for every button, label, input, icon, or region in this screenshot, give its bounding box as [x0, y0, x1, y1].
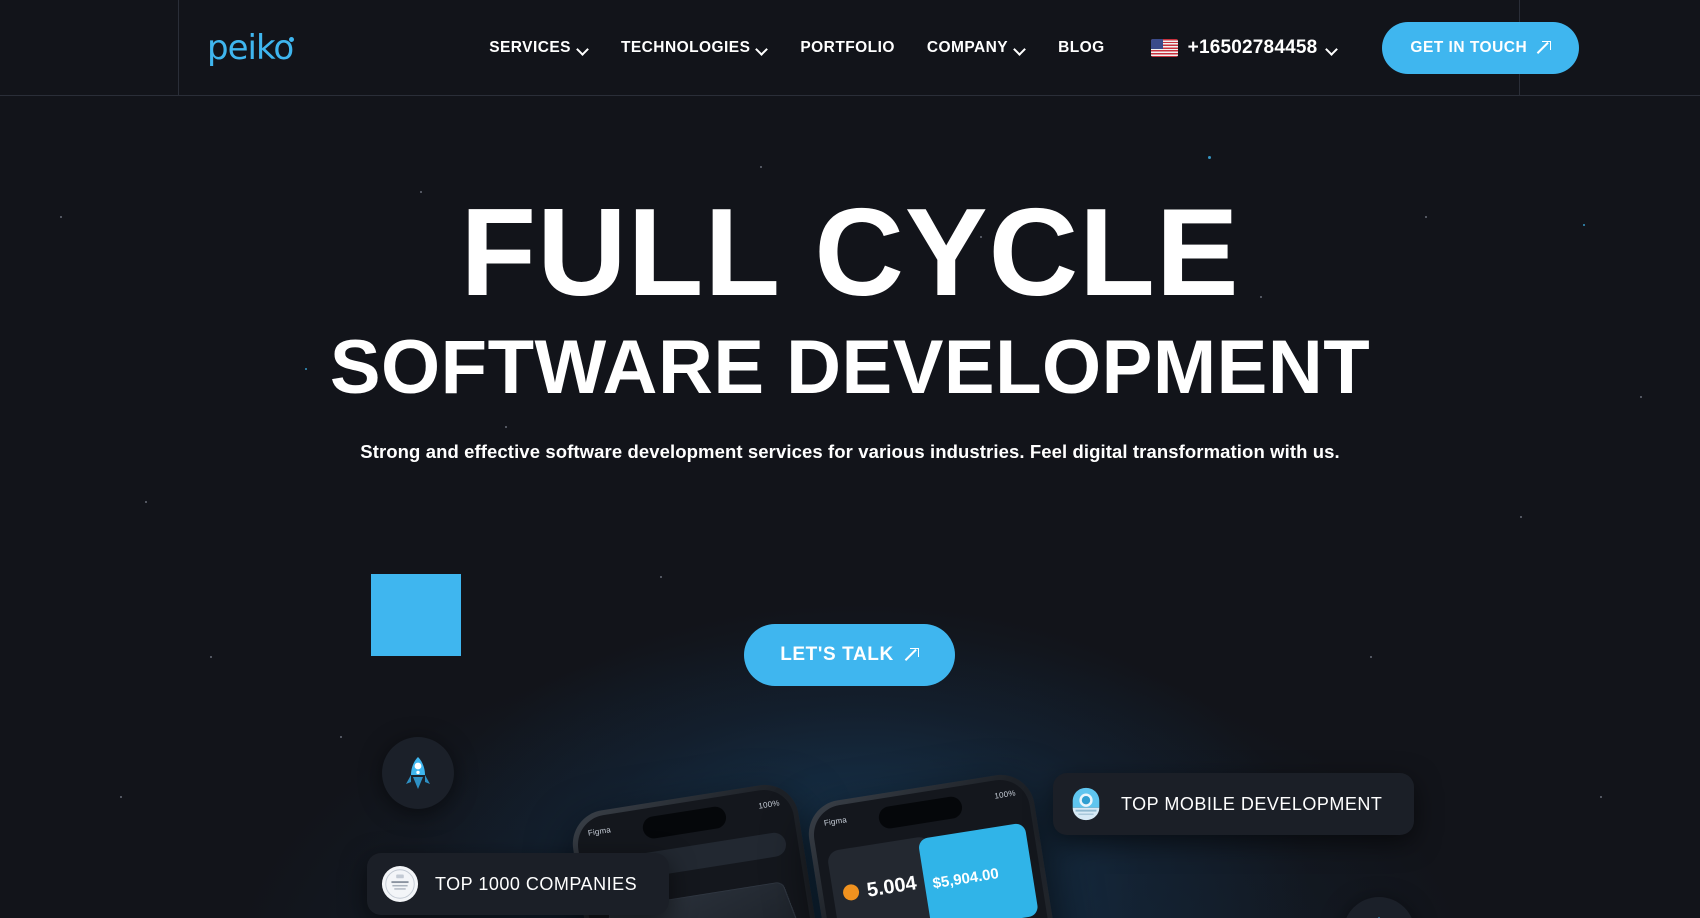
- mobile-award-badge-icon: [1072, 787, 1100, 821]
- fiat-amount: $5,904.00: [931, 865, 1001, 893]
- main-navigation: SERVICES TECHNOLOGIES PORTFOLIO COMPANY …: [473, 39, 1120, 57]
- nav-label: TECHNOLOGIES: [620, 38, 751, 56]
- page-title-line2: SOFTWARE DEVELOPMENT: [329, 325, 1371, 410]
- badge-top-1000-companies[interactable]: TOP 1000 COMPANIES: [367, 853, 670, 915]
- hero-subtitle: Strong and effective software developmen…: [360, 441, 1340, 462]
- logo-text: peiko: [207, 27, 294, 68]
- bitcoin-icon: [841, 883, 861, 902]
- site-header: peiko SERVICES TECHNOLOGIES PORTFOLIO CO…: [0, 0, 1700, 96]
- crypto-amount: 5.004: [865, 872, 919, 902]
- phone-selector[interactable]: +16502784458: [1150, 36, 1339, 59]
- nav-item-blog[interactable]: BLOG: [1042, 39, 1121, 57]
- chevron-down-icon: [1015, 45, 1026, 52]
- phone-mockup-right: Figma 100% 5.004 $5,904.00: [803, 770, 1077, 918]
- badge-top-mobile-development[interactable]: TOP MOBILE DEVELOPMENT: [1053, 773, 1415, 835]
- phone-right-screen: Figma 100% 5.004 $5,904.00: [809, 775, 1071, 918]
- header-container: peiko SERVICES TECHNOLOGIES PORTFOLIO CO…: [178, 0, 1580, 95]
- nav-label: COMPANY: [926, 38, 1009, 56]
- logo-dot-icon: [289, 36, 295, 42]
- status-app-name: Figma: [823, 815, 848, 828]
- page-root: peiko SERVICES TECHNOLOGIES PORTFOLIO CO…: [0, 0, 1700, 918]
- nav-label: SERVICES: [489, 38, 571, 56]
- lets-talk-button[interactable]: LET'S TALK: [744, 624, 955, 686]
- hero-section: FULL CYCLE SOFTWARE DEVELOPMENT Strong a…: [0, 96, 1700, 918]
- status-battery: 100%: [993, 788, 1017, 801]
- get-in-touch-button[interactable]: GET IN TOUCH: [1382, 21, 1580, 74]
- page-title-line1: FULL CYCLE: [460, 184, 1240, 322]
- clutch-award-badge-icon: [381, 865, 419, 903]
- chevron-down-icon: [757, 45, 768, 52]
- rocket-bubble-right: [1343, 897, 1415, 918]
- chevron-down-icon: [1327, 45, 1338, 52]
- nav-item-company[interactable]: COMPANY: [911, 39, 1042, 57]
- rocket-icon: [406, 757, 430, 789]
- status-app-name: Figma: [587, 825, 612, 838]
- nav-label: BLOG: [1058, 38, 1105, 56]
- phone-number: +16502784458: [1187, 36, 1318, 58]
- nav-label: PORTFOLIO: [800, 38, 895, 56]
- logo[interactable]: peiko: [207, 27, 295, 68]
- us-flag-icon: [1150, 38, 1178, 57]
- nav-item-portfolio[interactable]: PORTFOLIO: [784, 39, 910, 57]
- nav-item-services[interactable]: SERVICES: [473, 39, 605, 57]
- get-in-touch-label: GET IN TOUCH: [1410, 38, 1528, 56]
- badge-label: TOP MOBILE DEVELOPMENT: [1121, 793, 1383, 814]
- lets-talk-label: LET'S TALK: [780, 644, 894, 665]
- status-battery: 100%: [757, 798, 781, 811]
- chevron-down-icon: [578, 45, 589, 52]
- phone-right-fiat-card: $5,904.00: [917, 822, 1039, 918]
- arrow-up-right-icon: [905, 648, 919, 662]
- nav-item-technologies[interactable]: TECHNOLOGIES: [605, 39, 784, 57]
- decorative-blue-square: [371, 574, 461, 656]
- rocket-bubble-left: [382, 737, 454, 809]
- arrow-up-right-icon: [1537, 40, 1552, 55]
- badge-label: TOP 1000 COMPANIES: [435, 873, 638, 894]
